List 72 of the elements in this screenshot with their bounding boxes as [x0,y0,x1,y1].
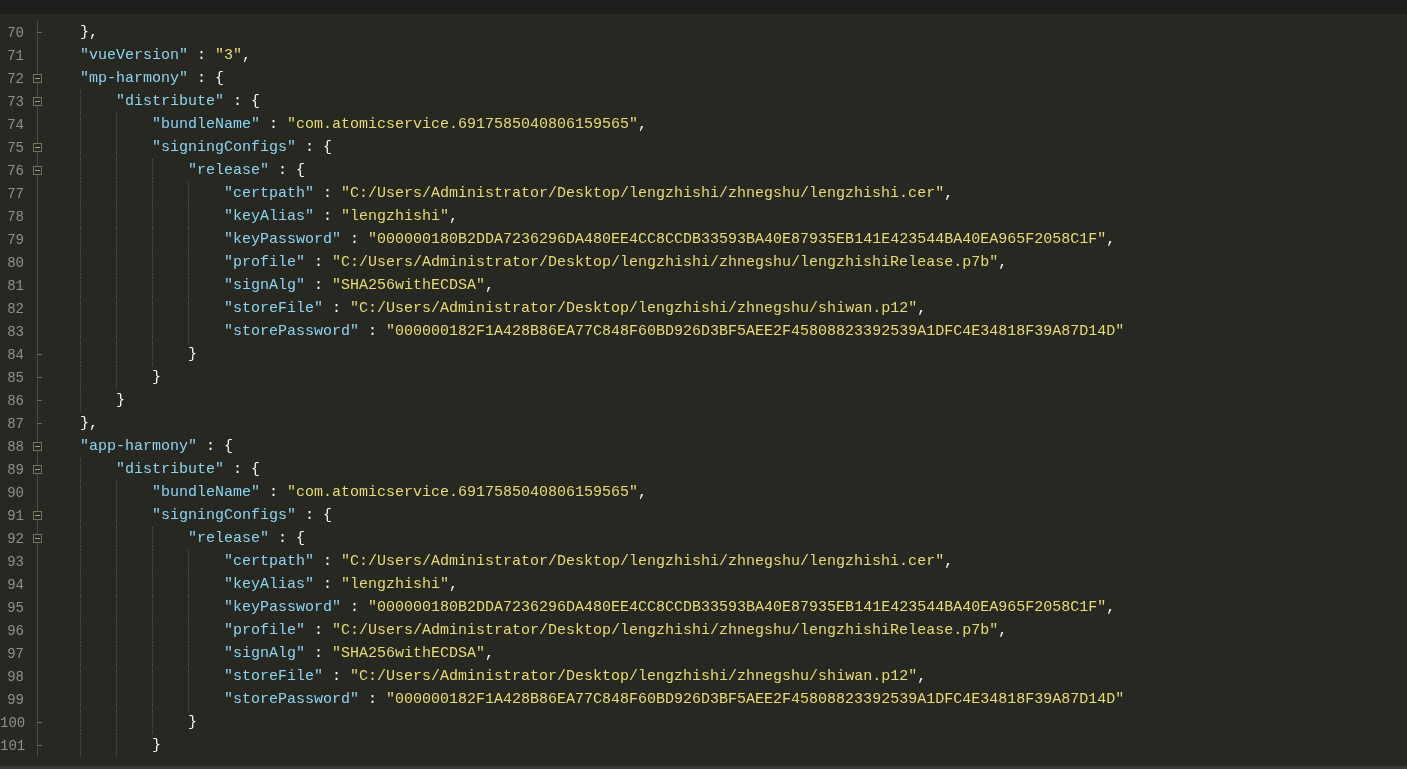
line-number: 95 [6,599,24,616]
line-number: 85 [6,369,24,386]
collapse-icon[interactable] [32,74,42,83]
code-line: "keyAlias" : "lengzhishi", [224,208,459,225]
code-line: }, [80,415,98,432]
line-number: 83 [6,323,24,340]
code-line: "storePassword" : "000000182F1A428B86EA77C848F60BD926D3BF5AEE2F45808823392539A1DFC4E34818F39A87D14D" [224,691,1125,708]
line-number: 91 [6,507,24,524]
code-line: "mp-harmony" : { [80,70,225,87]
line-number: 100 [0,714,24,731]
line-number: 74 [6,116,24,133]
code-line: "keyPassword" : "000000180B2DDA7236296DA480EE4CC8CCDB33593BA40E87935EB141E423544BA40EA965F2058C1F", [224,231,1116,248]
line-number: 87 [6,415,24,432]
line-number: 88 [6,438,24,455]
code-line: "distribute" : { [116,461,261,478]
code-line: "certpath" : "C:/Users/Administrator/Desktop/lengzhishi/zhnegshu/lengzhishi.cer", [224,553,954,570]
line-number: 92 [6,530,24,547]
line-number: 99 [6,691,24,708]
line-number: 97 [6,645,24,662]
line-number: 86 [6,392,24,409]
code-line: } [188,346,197,363]
code-line: "signingConfigs" : { [152,507,333,524]
code-line: "app-harmony" : { [80,438,234,455]
line-number: 98 [6,668,24,685]
code-line: "signAlg" : "SHA256withECDSA", [224,277,495,294]
code-line: "bundleName" : "com.atomicservice.6917585040806159565", [152,116,648,133]
line-number: 72 [6,70,24,87]
line-number: 79 [6,231,24,248]
line-number: 80 [6,254,24,271]
code-line: "signingConfigs" : { [152,139,333,156]
code-line: } [188,714,197,731]
code-line: } [116,392,125,409]
code-line: "signAlg" : "SHA256withECDSA", [224,645,495,662]
line-number: 71 [6,47,24,64]
collapse-icon[interactable] [32,442,42,451]
line-number: 78 [6,208,24,225]
code-line: } [152,369,161,386]
code-line: }, [80,24,98,41]
code-line: "distribute" : { [116,93,261,110]
line-number: 90 [6,484,24,501]
line-number: 84 [6,346,24,363]
line-number: 75 [6,139,24,156]
line-number: 73 [6,93,24,110]
code-line: "release" : { [188,530,306,547]
collapse-icon[interactable] [32,143,42,152]
line-number: 81 [6,277,24,294]
code-line: "keyPassword" : "000000180B2DDA7236296DA480EE4CC8CCDB33593BA40E87935EB141E423544BA40EA965F2058C1F", [224,599,1116,616]
code-line: "bundleName" : "com.atomicservice.6917585040806159565", [152,484,648,501]
collapse-icon[interactable] [32,97,42,106]
line-number: 96 [6,622,24,639]
line-number: 77 [6,185,24,202]
code-line: "keyAlias" : "lengzhishi", [224,576,459,593]
collapse-icon[interactable] [32,534,42,543]
collapse-icon[interactable] [32,465,42,474]
code-line: "release" : { [188,162,306,179]
code-line: "certpath" : "C:/Users/Administrator/Desktop/lengzhishi/zhnegshu/lengzhishi.cer", [224,185,954,202]
code-line: "storeFile" : "C:/Users/Administrator/Desktop/lengzhishi/zhnegshu/shiwan.p12", [224,668,927,685]
code-line: "vueVersion" : "3", [80,47,252,64]
collapse-icon[interactable] [32,511,42,520]
code-line: "profile" : "C:/Users/Administrator/Desktop/lengzhishi/zhnegshu/lengzhishiRelease.p7b", [224,622,1008,639]
line-number: 70 [6,24,24,41]
line-number: 94 [6,576,24,593]
line-number: 89 [6,461,24,478]
line-number: 76 [6,162,24,179]
collapse-icon[interactable] [32,166,42,175]
line-number: 82 [6,300,24,317]
code-line: } [152,737,161,754]
code-line: "storeFile" : "C:/Users/Administrator/Desktop/lengzhishi/zhnegshu/shiwan.p12", [224,300,927,317]
code-line: "profile" : "C:/Users/Administrator/Desktop/lengzhishi/zhnegshu/lengzhishiRelease.p7b", [224,254,1008,271]
line-number: 93 [6,553,24,570]
line-number: 101 [0,737,24,754]
code-line: "storePassword" : "000000182F1A428B86EA77C848F60BD926D3BF5AEE2F45808823392539A1DFC4E34818F39A87D14D" [224,323,1125,340]
